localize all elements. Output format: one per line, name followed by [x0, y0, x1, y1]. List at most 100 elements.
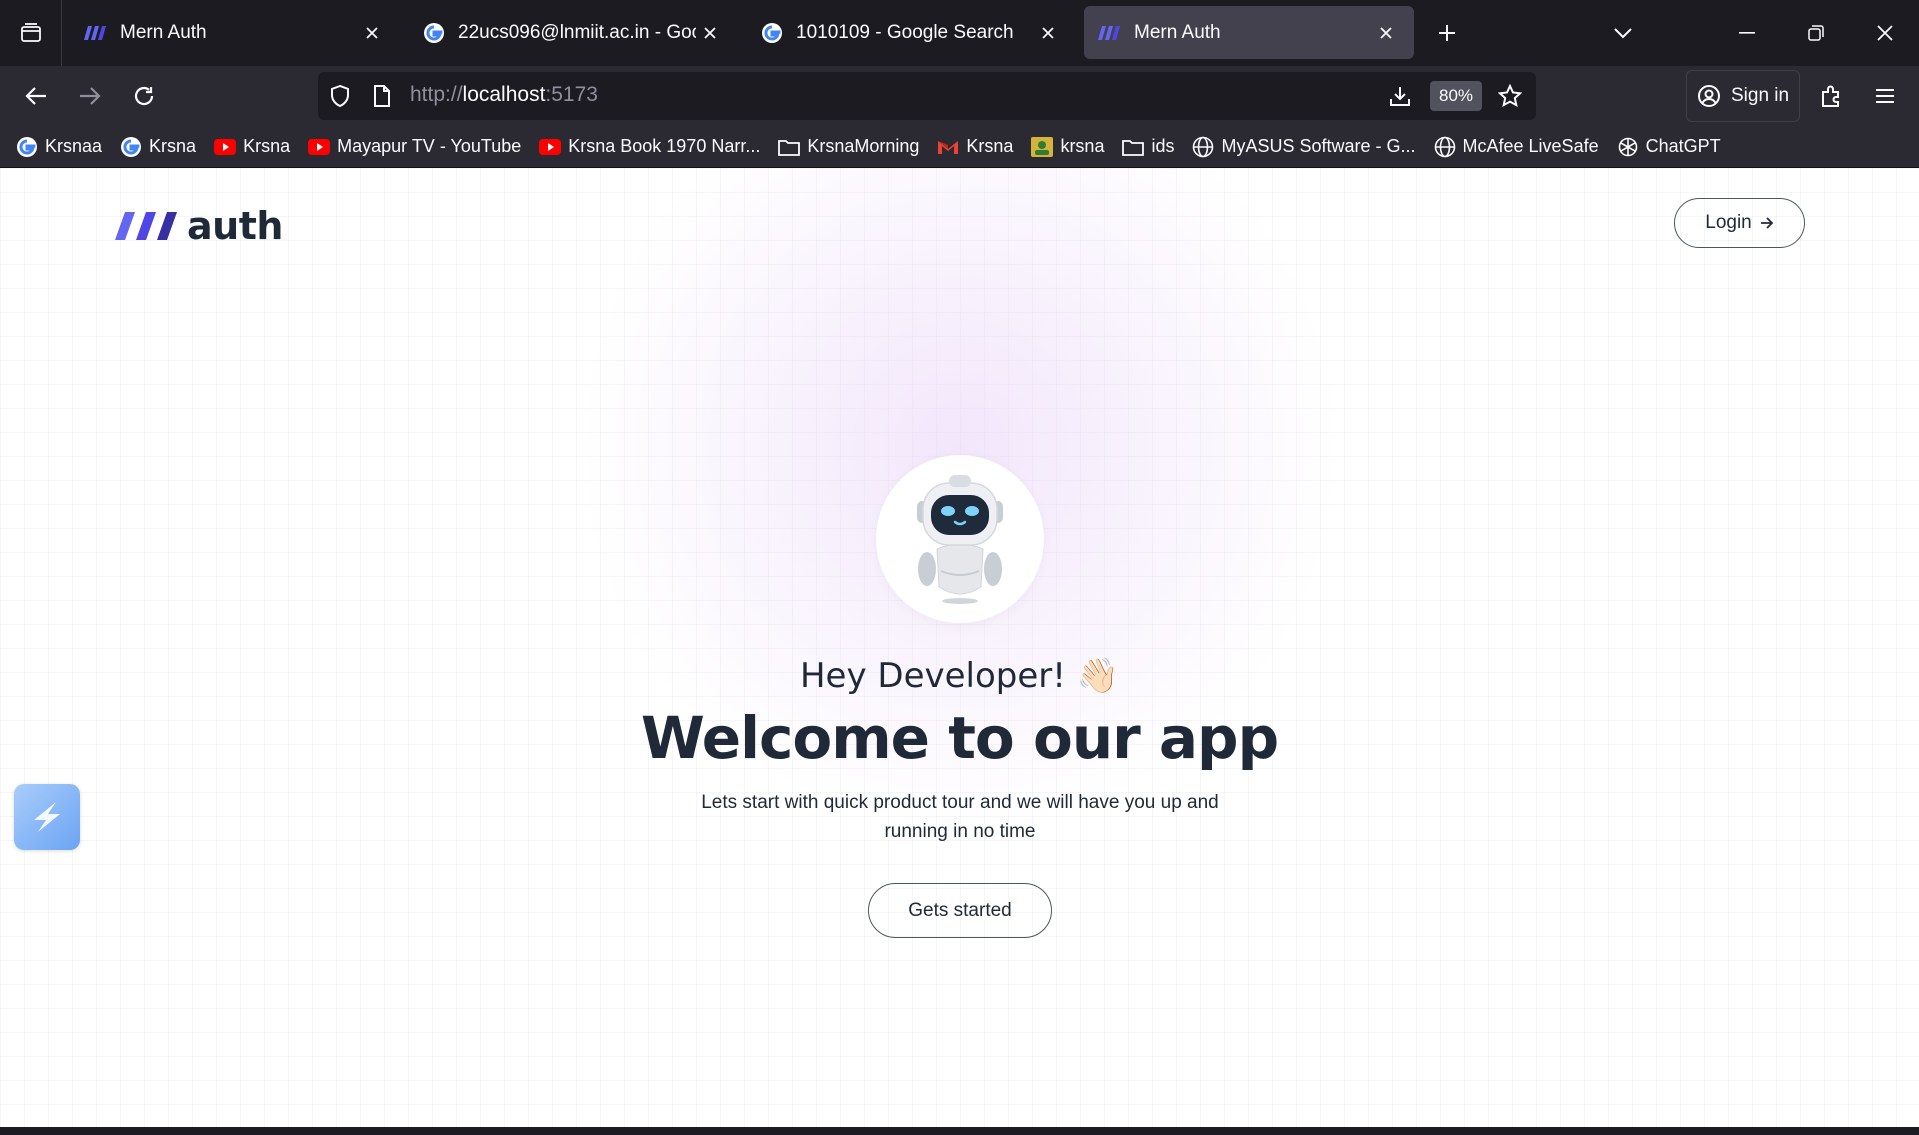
tab-title: 22ucs096@lnmiit.ac.in - Google: [458, 21, 696, 43]
youtube-icon: [539, 136, 562, 158]
tab-manager-icon: [20, 23, 41, 42]
sign-in-button[interactable]: Sign in: [1686, 70, 1800, 122]
bookmark-item[interactable]: Mayapur TV - YouTube: [308, 136, 521, 158]
forward-button[interactable]: [67, 73, 113, 119]
star-icon[interactable]: [1498, 84, 1522, 108]
restore-icon: [1808, 25, 1824, 41]
bookmark-item[interactable]: ids: [1122, 136, 1174, 158]
mern-auth-logo-icon: [84, 21, 108, 45]
address-bar[interactable]: http://localhost:5173 80%: [318, 72, 1536, 120]
app-logo[interactable]: auth: [115, 204, 283, 248]
hamburger-menu-icon: [1876, 89, 1894, 103]
sign-in-label: Sign in: [1731, 85, 1790, 106]
bookmark-item[interactable]: ChatGPT: [1617, 136, 1721, 158]
zoom-level-badge[interactable]: 80%: [1430, 81, 1482, 111]
url-port: :5173: [545, 83, 598, 106]
arrow-right-icon: [80, 87, 101, 105]
logo-text: auth: [187, 204, 283, 248]
url-scheme: http://: [410, 83, 463, 106]
new-tab-button[interactable]: [1424, 10, 1470, 56]
extensions-button[interactable]: [1808, 73, 1854, 119]
robot-avatar: [876, 455, 1044, 623]
list-all-tabs-button[interactable]: [1600, 10, 1646, 56]
folder-icon: [778, 136, 801, 158]
tab-mern-auth-active[interactable]: Mern Auth: [1084, 6, 1414, 59]
app-menu-button[interactable]: [1862, 73, 1908, 119]
tab-gmail[interactable]: 22ucs096@lnmiit.ac.in - Google: [408, 6, 738, 59]
bookmark-label: KrsnaMorning: [807, 136, 920, 156]
restore-button[interactable]: [1793, 10, 1839, 56]
auth-logo-icon: [115, 212, 177, 240]
close-tab-icon[interactable]: [358, 19, 386, 47]
bookmark-label: Krsna: [966, 136, 1014, 156]
shield-icon[interactable]: [328, 84, 352, 108]
bookmark-item[interactable]: KrsnaMorning: [778, 136, 919, 158]
bookmark-label: Krsna: [243, 136, 291, 156]
back-button[interactable]: [13, 73, 59, 119]
bookmark-item[interactable]: McAfee LiveSafe: [1434, 136, 1599, 158]
bookmark-label: ChatGPT: [1645, 136, 1721, 156]
google-icon: [760, 21, 784, 45]
bookmark-item[interactable]: Krsna: [214, 136, 290, 158]
lightning-logo-icon: [34, 802, 60, 832]
bookmark-label: Krsna Book 1970 Narr...: [568, 136, 761, 156]
close-tab-icon[interactable]: [696, 19, 724, 47]
puzzle-icon: [1822, 85, 1839, 107]
reload-button[interactable]: [121, 73, 167, 119]
bookmark-label: Krsnaa: [45, 136, 103, 156]
subtitle-text: Lets start with quick product tour and w…: [701, 792, 1219, 842]
welcome-headline: Welcome to our app: [640, 704, 1279, 772]
mern-auth-logo-icon: [1098, 21, 1122, 45]
login-button[interactable]: Login: [1674, 198, 1805, 248]
navigation-toolbar: http://localhost:5173 80% Sign in: [0, 66, 1919, 126]
bookmarks-toolbar: Krsnaa Krsna Krsna Mayapur TV - YouTube Krsn…: [0, 126, 1919, 168]
get-started-button[interactable]: Gets started: [868, 883, 1052, 938]
youtube-icon: [214, 136, 237, 158]
robot-icon: [917, 475, 1003, 604]
close-window-button[interactable]: [1862, 10, 1908, 56]
arrow-left-icon: [25, 87, 46, 105]
chevron-down-icon: [1614, 28, 1632, 39]
globe-icon: [1434, 136, 1456, 158]
tab-title: Mern Auth: [120, 21, 207, 43]
bookmark-item[interactable]: Krsna Book 1970 Narr...: [539, 136, 760, 158]
bookmark-item[interactable]: Krsna: [937, 136, 1013, 158]
url-host: localhost: [462, 83, 546, 106]
bookmark-item[interactable]: MyASUS Software - G...: [1192, 136, 1416, 158]
gmail-icon: [937, 136, 959, 158]
plus-icon: [1439, 25, 1455, 41]
contact-icon: [1031, 136, 1054, 158]
download-icon[interactable]: [1388, 84, 1412, 108]
greeting-text: Hey Developer! 👋🏻: [799, 656, 1120, 696]
minimize-button[interactable]: [1724, 10, 1770, 56]
chatgpt-icon: [1617, 136, 1639, 158]
bookmark-label: McAfee LiveSafe: [1462, 136, 1599, 156]
youtube-icon: [308, 136, 331, 158]
page-info-icon[interactable]: [370, 84, 394, 108]
tab-google-search[interactable]: 1010109 - Google Search: [746, 6, 1076, 59]
bookmark-label: Mayapur TV - YouTube: [337, 136, 522, 156]
bookmark-label: ids: [1151, 136, 1175, 156]
floating-widget-button[interactable]: [14, 784, 80, 850]
account-icon: [1698, 85, 1720, 107]
folder-icon: [1122, 136, 1145, 158]
bookmark-label: krsna: [1060, 136, 1105, 156]
reload-icon: [134, 86, 154, 106]
tab-title: 1010109 - Google Search: [796, 21, 1014, 43]
bookmark-item[interactable]: krsna: [1031, 136, 1104, 158]
close-tab-icon[interactable]: [1372, 19, 1400, 47]
tab-strip: Mern Auth 22ucs096@lnmiit.ac.in - Google…: [0, 0, 1919, 66]
bookmark-item[interactable]: Krsna: [120, 136, 196, 158]
minimize-icon: [1739, 32, 1755, 34]
google-icon: [120, 136, 142, 158]
page-content: auth Login Hey Developer! 👋🏻 Welcome to …: [0, 168, 1919, 1127]
tab-manager-button[interactable]: [0, 0, 62, 66]
url-text[interactable]: http://localhost:5173: [410, 83, 598, 107]
tab-title: Mern Auth: [1134, 21, 1221, 43]
google-icon: [422, 21, 446, 45]
bookmark-item[interactable]: Krsnaa: [16, 136, 102, 158]
login-label: Login: [1705, 212, 1752, 233]
bookmark-label: Krsna: [149, 136, 197, 156]
close-tab-icon[interactable]: [1034, 19, 1062, 47]
tab-mern-auth-1[interactable]: Mern Auth: [70, 6, 400, 59]
